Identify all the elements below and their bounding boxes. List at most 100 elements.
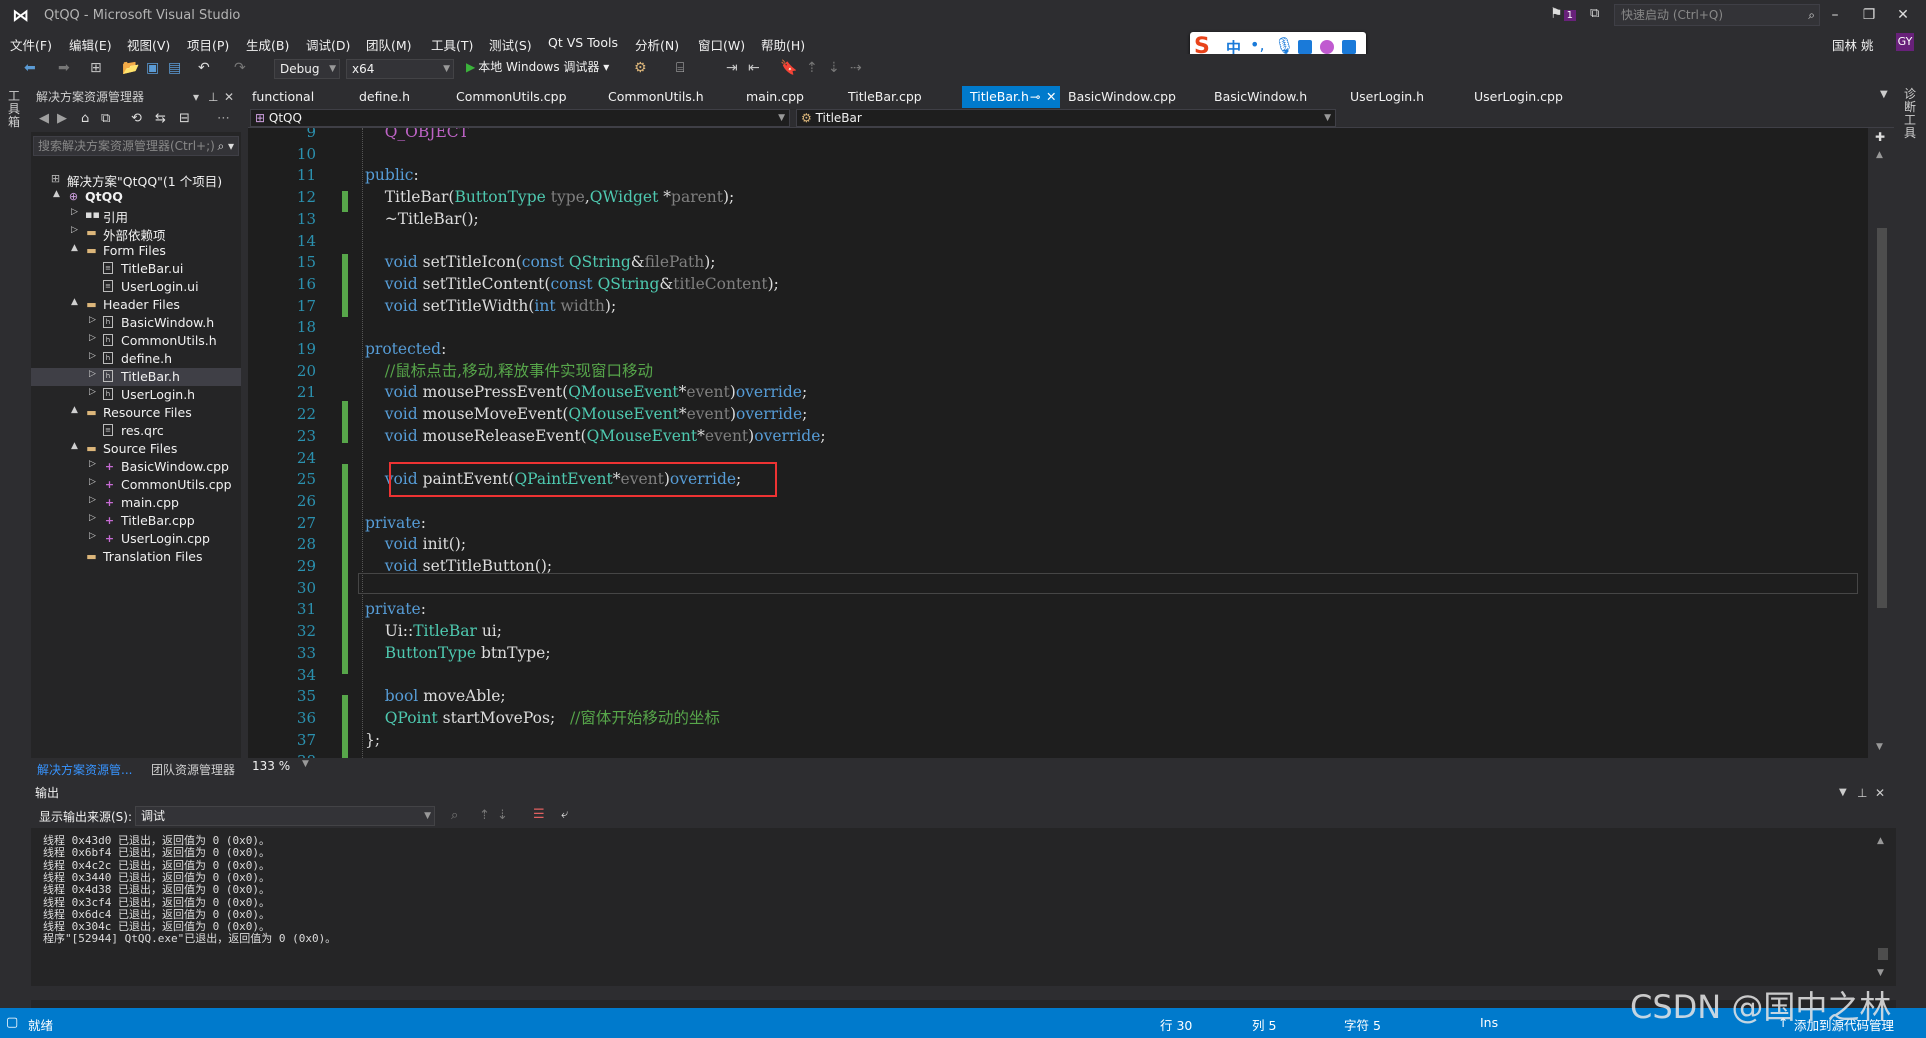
sync-icon[interactable]: ⇆ <box>155 111 166 126</box>
punctuation-icon[interactable]: •, <box>1250 35 1265 54</box>
collapsed-arrow-icon[interactable]: ▷ <box>89 351 96 361</box>
tab-main-cpp[interactable]: main.cpp <box>738 86 812 108</box>
attach-icon[interactable]: ⚙ <box>634 60 647 76</box>
clear-all-icon[interactable]: ☰ <box>533 807 545 822</box>
tree-item[interactable]: ▬ Translation Files <box>31 548 241 566</box>
code-line[interactable]: void mousePressEvent(QMouseEvent*event)o… <box>365 382 807 403</box>
toolbox-grid-icon[interactable] <box>1342 40 1356 54</box>
redo-icon[interactable]: ↷ <box>234 60 246 76</box>
tab-titlebar-cpp[interactable]: TitleBar.cpp <box>840 86 930 108</box>
tab-overflow-icon[interactable]: ▼ <box>1880 89 1888 100</box>
word-wrap-icon[interactable]: ⤶ <box>561 807 568 822</box>
tree-item[interactable]: ▲ ▬ Resource Files <box>31 404 241 422</box>
collapsed-arrow-icon[interactable]: ▷ <box>89 333 96 343</box>
code-line[interactable]: public: <box>365 165 419 186</box>
diagnostics-tab[interactable]: 诊断工具 <box>1904 88 1918 140</box>
menu-file[interactable]: 文件(F) <box>10 35 52 54</box>
code-line[interactable]: Ui::TitleBar ui; <box>365 621 502 642</box>
code-line[interactable]: bool moveAble; <box>365 686 506 707</box>
code-line[interactable]: ~TitleBar(); <box>365 209 479 230</box>
tab-basicwindow-cpp[interactable]: BasicWindow.cpp <box>1060 86 1184 108</box>
tab-functional[interactable]: functional <box>244 86 322 108</box>
menu-help[interactable]: 帮助(H) <box>761 35 805 54</box>
undo-icon[interactable]: ↶ <box>198 60 210 76</box>
menu-analyze[interactable]: 分析(N) <box>635 35 679 54</box>
tree-item[interactable]: ▷ + BasicWindow.cpp <box>31 458 241 476</box>
tab-commonutils-h[interactable]: CommonUtils.h <box>600 86 712 108</box>
minimize-button[interactable]: – <box>1820 4 1850 26</box>
tab-commonutils-cpp[interactable]: CommonUtils.cpp <box>448 86 575 108</box>
tab-team-explorer[interactable]: 团队资源管理器 <box>151 761 235 778</box>
user-name[interactable]: 国林 姚 <box>1832 35 1873 54</box>
dropdown-icon[interactable]: ▼ <box>1839 782 1847 804</box>
tree-item[interactable]: ≡ UserLogin.ui <box>31 278 241 296</box>
prev-message-icon[interactable]: ⇡ <box>479 808 490 823</box>
collapse-all-icon[interactable]: ⊟ <box>179 111 190 126</box>
code-line[interactable]: void setTitleWidth(int width); <box>365 296 616 317</box>
find-in-files-icon[interactable]: ⌸ <box>676 60 684 76</box>
close-icon[interactable]: ✕ <box>224 86 234 108</box>
notification-flag-icon[interactable]: ⚑ 1 <box>1550 6 1576 22</box>
keyboard-icon[interactable] <box>1298 40 1312 54</box>
output-scrollbar-thumb[interactable] <box>1878 948 1888 960</box>
home-icon[interactable]: ⌂ <box>81 111 89 126</box>
indent-icon[interactable]: ⇥ <box>726 60 738 76</box>
collapsed-arrow-icon[interactable]: ▷ <box>71 207 78 217</box>
clear-bookmarks-icon[interactable]: ⇢ <box>850 60 862 76</box>
code-line[interactable]: private: <box>365 599 426 620</box>
forward-icon[interactable]: ▶ <box>57 111 67 126</box>
collapsed-arrow-icon[interactable]: ▷ <box>89 315 96 325</box>
code-line[interactable]: void mouseMoveEvent(QMouseEvent*event)ov… <box>365 404 808 425</box>
tab-solution-explorer[interactable]: 解决方案资源管... <box>37 761 132 778</box>
type-scope-dropdown[interactable]: ⚙ TitleBar ▼ <box>796 109 1336 127</box>
expanded-arrow-icon[interactable]: ▲ <box>71 243 78 253</box>
tab-userlogin-h[interactable]: UserLogin.h <box>1342 86 1432 108</box>
tab-titlebar-h[interactable]: TitleBar.h ⊸ ✕ <box>962 86 1060 108</box>
new-project-icon[interactable]: ⊞ <box>90 60 102 76</box>
collapsed-arrow-icon[interactable]: ▷ <box>89 459 96 469</box>
code-line[interactable]: TitleBar(ButtonType type,QWidget *parent… <box>365 187 735 208</box>
menu-edit[interactable]: 编辑(E) <box>69 35 112 54</box>
next-message-icon[interactable]: ⇣ <box>497 808 508 823</box>
collapsed-arrow-icon[interactable]: ▷ <box>89 369 96 379</box>
tree-item[interactable]: ▷ + UserLogin.cpp <box>31 530 241 548</box>
outdent-icon[interactable]: ⇤ <box>748 60 760 76</box>
close-tab-icon[interactable]: ✕ <box>1046 86 1056 108</box>
collapsed-arrow-icon[interactable]: ▷ <box>71 225 78 235</box>
code-line[interactable]: void init(); <box>365 534 466 555</box>
prev-bookmark-icon[interactable]: ⇡ <box>806 60 818 76</box>
expanded-arrow-icon[interactable]: ▲ <box>71 297 78 307</box>
restore-button[interactable]: ❐ <box>1854 4 1884 26</box>
dropdown-icon[interactable]: ▾ <box>193 86 199 108</box>
code-line[interactable]: void mouseReleaseEvent(QMouseEvent*event… <box>365 426 826 447</box>
menu-build[interactable]: 生成(B) <box>246 35 289 54</box>
switch-views-icon[interactable]: ⧉ <box>101 111 110 126</box>
tree-item[interactable]: ▲ ⊕ QtQQ <box>31 188 241 206</box>
microphone-icon[interactable]: 🎙 <box>1274 36 1294 55</box>
tree-item[interactable]: ▷ h BasicWindow.h <box>31 314 241 332</box>
save-icon[interactable]: ▣ <box>146 60 159 76</box>
collapsed-arrow-icon[interactable]: ▷ <box>89 531 96 541</box>
next-bookmark-icon[interactable]: ⇣ <box>828 60 840 76</box>
tree-item[interactable]: ▲ ▬ Form Files <box>31 242 241 260</box>
menu-window[interactable]: 窗口(W) <box>698 35 745 54</box>
feedback-icon[interactable]: ⧉ <box>1590 6 1599 21</box>
back-icon[interactable]: ⬅ <box>24 60 36 76</box>
tree-item[interactable]: ▷ + TitleBar.cpp <box>31 512 241 530</box>
output-source-dropdown[interactable]: 调试 ▼ <box>135 806 435 826</box>
back-icon[interactable]: ◀ <box>39 111 49 126</box>
start-debugging-button[interactable]: ▶ 本地 Windows 调试器 ▾ <box>466 58 609 75</box>
code-line[interactable]: }; <box>365 730 380 751</box>
tree-item[interactable]: ▷ ▬ 外部依赖项 <box>31 224 241 243</box>
tree-item[interactable]: ▷ h CommonUtils.h <box>31 332 241 350</box>
skin-icon[interactable] <box>1320 40 1334 54</box>
configuration-dropdown[interactable]: Debug ▼ <box>274 59 340 79</box>
tree-item[interactable]: ▷ + CommonUtils.cpp <box>31 476 241 494</box>
collapsed-arrow-icon[interactable]: ▷ <box>89 387 96 397</box>
open-file-icon[interactable]: 📂 <box>122 60 139 76</box>
tab-define-h[interactable]: define.h <box>351 86 418 108</box>
menu-debug[interactable]: 调试(D) <box>306 35 350 54</box>
scroll-up-icon[interactable]: ▲ <box>1876 150 1883 160</box>
tree-item[interactable]: ⊞ 解决方案"QtQQ"(1 个项目) <box>31 170 241 189</box>
editor-vertical-scrollbar[interactable]: ✚ ▲ ▼ <box>1870 128 1894 758</box>
